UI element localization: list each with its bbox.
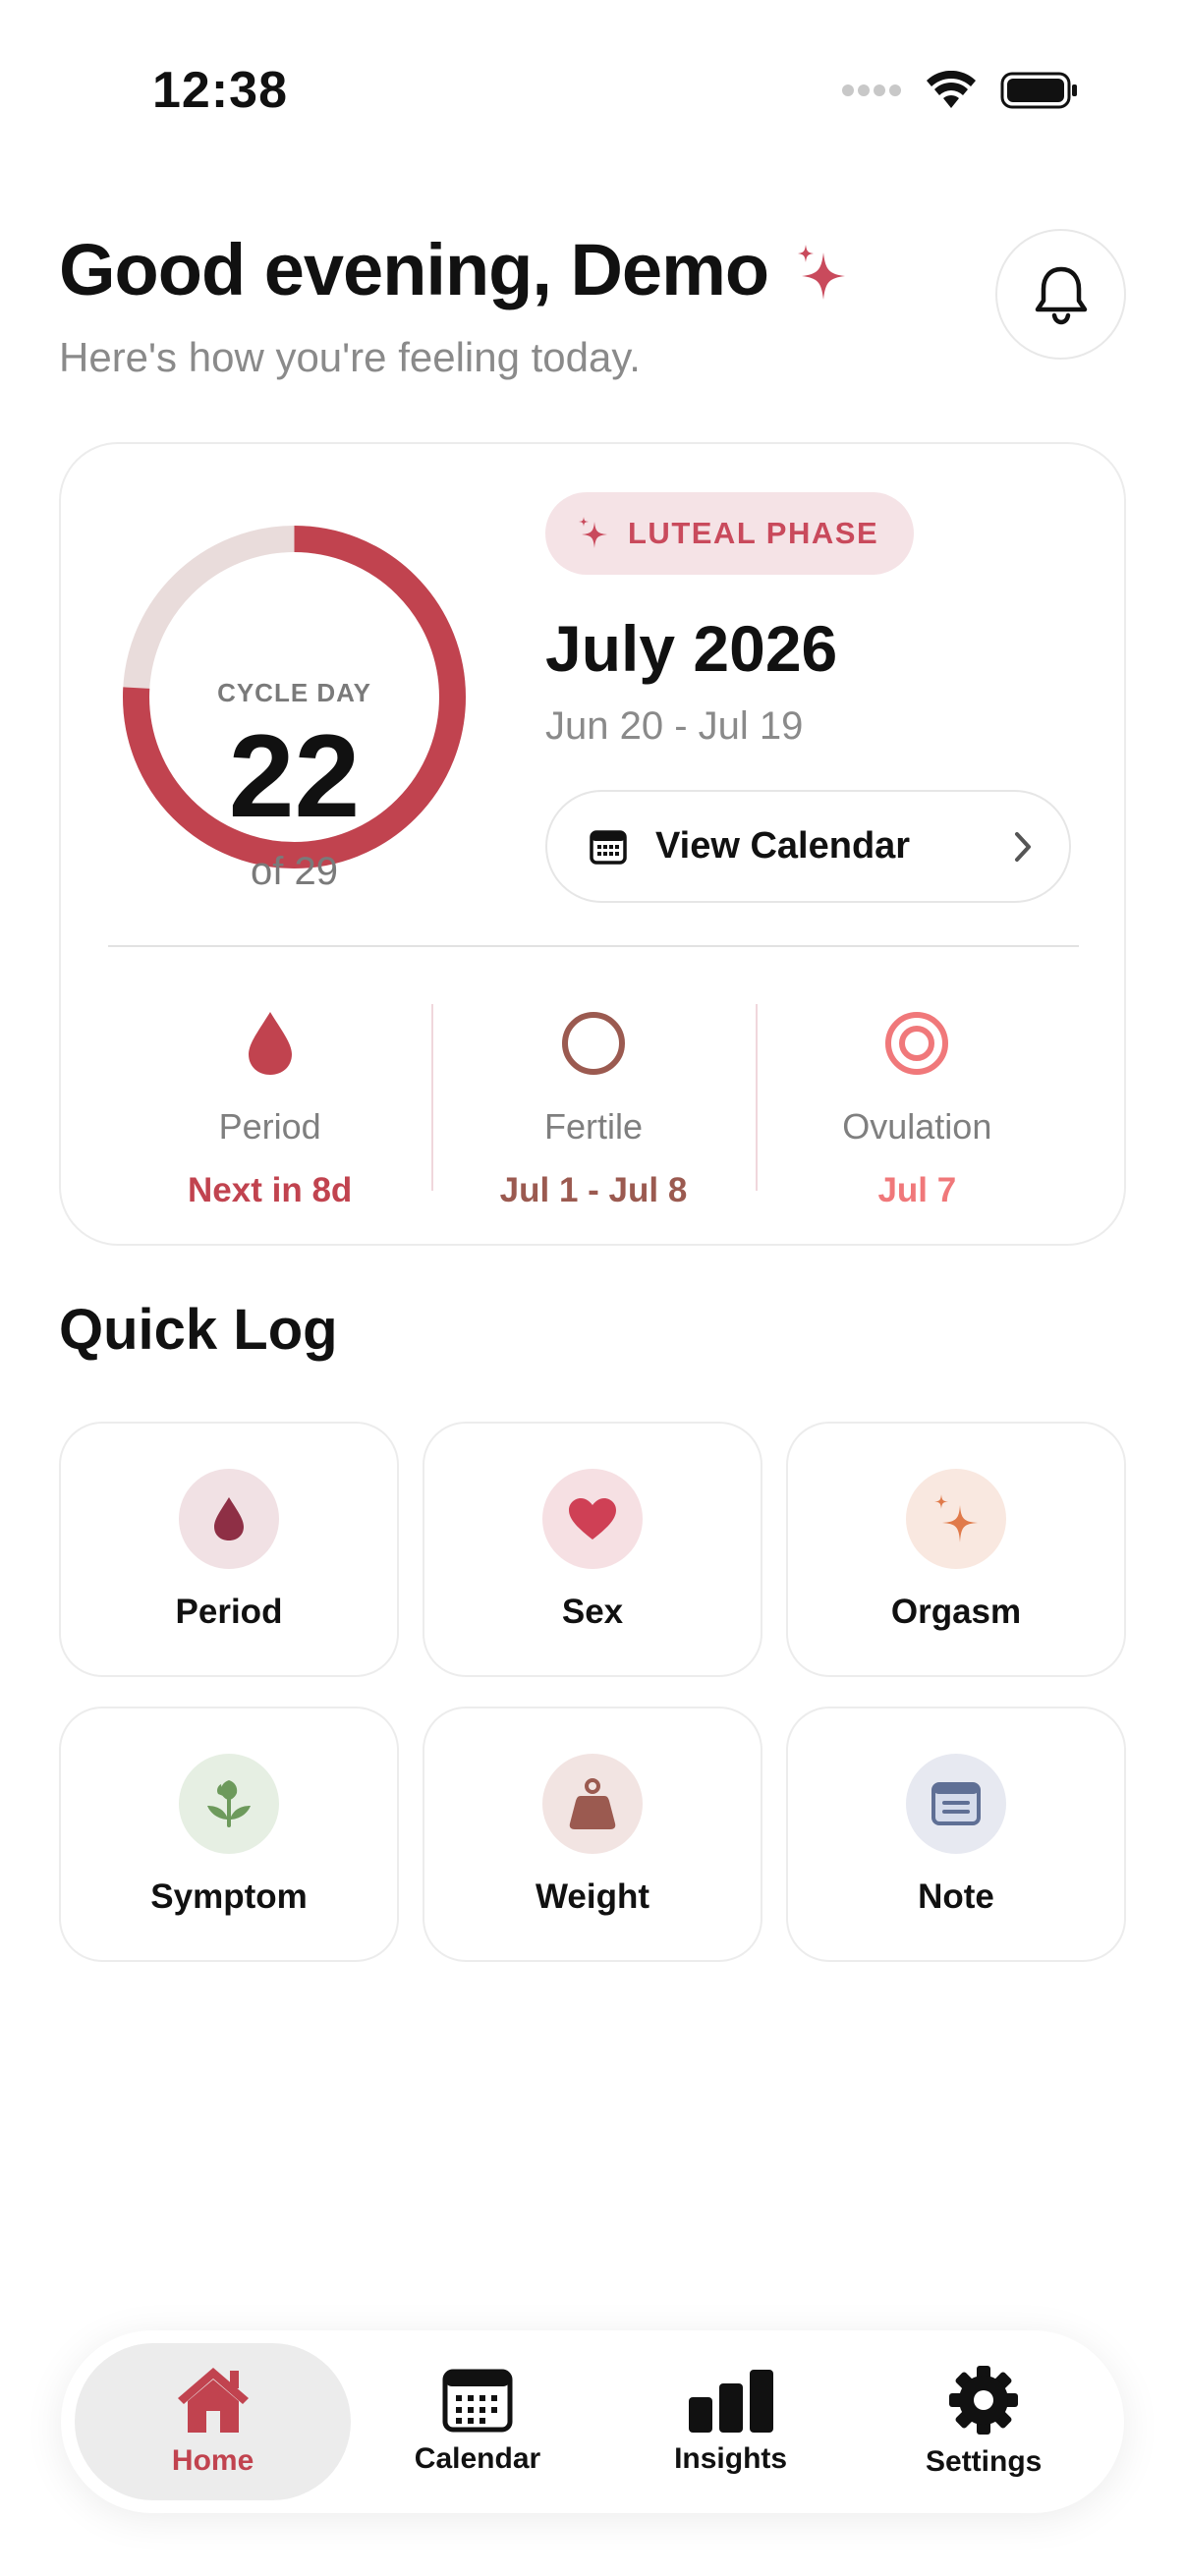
tab-settings[interactable]: Settings: [857, 2343, 1110, 2500]
notifications-button[interactable]: [995, 229, 1126, 360]
bottom-tab-bar: Home Calendar Insights Settings: [61, 2330, 1124, 2513]
cycle-day-number: 22: [228, 710, 361, 842]
circle-icon: [561, 1012, 625, 1075]
tab-insights[interactable]: Insights: [604, 2343, 858, 2500]
cycle-summary-card: CYCLE DAY 22 of 29 LUTEAL PHASE July 202…: [59, 442, 1126, 1246]
heart-icon: [569, 1498, 616, 1540]
stat-fertile-name: Fertile: [543, 1106, 643, 1147]
tab-insights-label: Insights: [674, 2442, 788, 2475]
gear-icon: [949, 2366, 1019, 2435]
weight-icon: [569, 1778, 616, 1829]
quick-log-period[interactable]: Period: [59, 1422, 399, 1677]
quick-log-weight[interactable]: Weight: [423, 1707, 762, 1962]
drop-icon: [214, 1497, 244, 1540]
tab-home-label: Home: [171, 2444, 254, 2477]
greeting-title: Good evening, Demo: [59, 228, 849, 311]
tab-home[interactable]: Home: [75, 2343, 352, 2500]
status-time: 12:38: [152, 62, 288, 119]
cycle-month-title: July 2026: [545, 612, 838, 685]
quick-log-grid: Period Sex Orgasm Symptom Weight Note: [59, 1422, 1126, 1962]
stat-ovulation: Ovulation Jul 7: [755, 975, 1079, 1209]
quick-log-orgasm-label: Orgasm: [890, 1593, 1022, 1631]
status-icons: [841, 71, 1079, 110]
tab-calendar-label: Calendar: [414, 2442, 541, 2475]
view-calendar-label: View Calendar: [655, 825, 911, 867]
stat-period: Period Next in 8d: [108, 975, 431, 1209]
sparkle-icon: [798, 244, 846, 300]
tab-calendar[interactable]: Calendar: [351, 2343, 604, 2500]
status-bar: 12:38: [0, 0, 1185, 196]
stat-ovulation-name: Ovulation: [842, 1106, 992, 1147]
quick-log-note-label: Note: [918, 1877, 994, 1916]
drop-icon: [248, 1012, 292, 1075]
quick-log-weight-label: Weight: [535, 1877, 649, 1916]
quick-log-sex[interactable]: Sex: [423, 1422, 762, 1677]
cycle-stats: Period Next in 8d Fertile Jul 1 - Jul 8 …: [108, 975, 1079, 1209]
cycle-day-label: CYCLE DAY: [217, 678, 371, 707]
greeting-text: Good evening, Demo: [59, 229, 769, 310]
cycle-date-range: Jun 20 - Jul 19: [545, 704, 804, 748]
stat-fertile-value: Jul 1 - Jul 8: [499, 1171, 688, 1209]
sparkle-icon: [934, 1494, 978, 1542]
stat-ovulation-value: Jul 7: [877, 1171, 957, 1209]
quick-log-note[interactable]: Note: [786, 1707, 1126, 1962]
phase-badge: LUTEAL PHASE: [545, 492, 915, 575]
wifi-icon: [927, 71, 976, 108]
cycle-length-label: of 29: [251, 850, 338, 893]
tab-settings-label: Settings: [926, 2445, 1043, 2478]
home-icon: [177, 2368, 249, 2433]
cycle-ring-text: CYCLE DAY 22 of 29: [120, 523, 469, 893]
cellular-signal-icon: [842, 84, 901, 96]
plant-icon: [207, 1780, 251, 1827]
stat-period-value: Next in 8d: [188, 1171, 353, 1209]
bar-chart-icon: [688, 2370, 773, 2433]
view-calendar-button[interactable]: View Calendar: [545, 790, 1071, 903]
quick-log-symptom[interactable]: Symptom: [59, 1707, 399, 1962]
quick-log-period-label: Period: [175, 1593, 283, 1631]
greeting-subtitle: Here's how you're feeling today.: [59, 334, 641, 380]
battery-icon: [1000, 72, 1077, 109]
calendar-icon: [590, 829, 627, 865]
calendar-icon: [442, 2369, 513, 2433]
stat-period-name: Period: [218, 1106, 321, 1147]
quick-log-symptom-label: Symptom: [150, 1877, 308, 1916]
bell-icon: [1035, 266, 1087, 324]
quick-log-sex-label: Sex: [561, 1593, 624, 1631]
chevron-right-icon: [1015, 831, 1031, 862]
quick-log-title: Quick Log: [59, 1298, 338, 1362]
target-icon: [885, 1012, 949, 1075]
phase-label: LUTEAL PHASE: [628, 516, 879, 550]
stat-fertile: Fertile Jul 1 - Jul 8: [431, 975, 755, 1209]
note-icon: [931, 1782, 981, 1825]
sparkle-icon: [579, 517, 607, 548]
quick-log-orgasm[interactable]: Orgasm: [786, 1422, 1126, 1677]
card-divider: [108, 945, 1079, 947]
